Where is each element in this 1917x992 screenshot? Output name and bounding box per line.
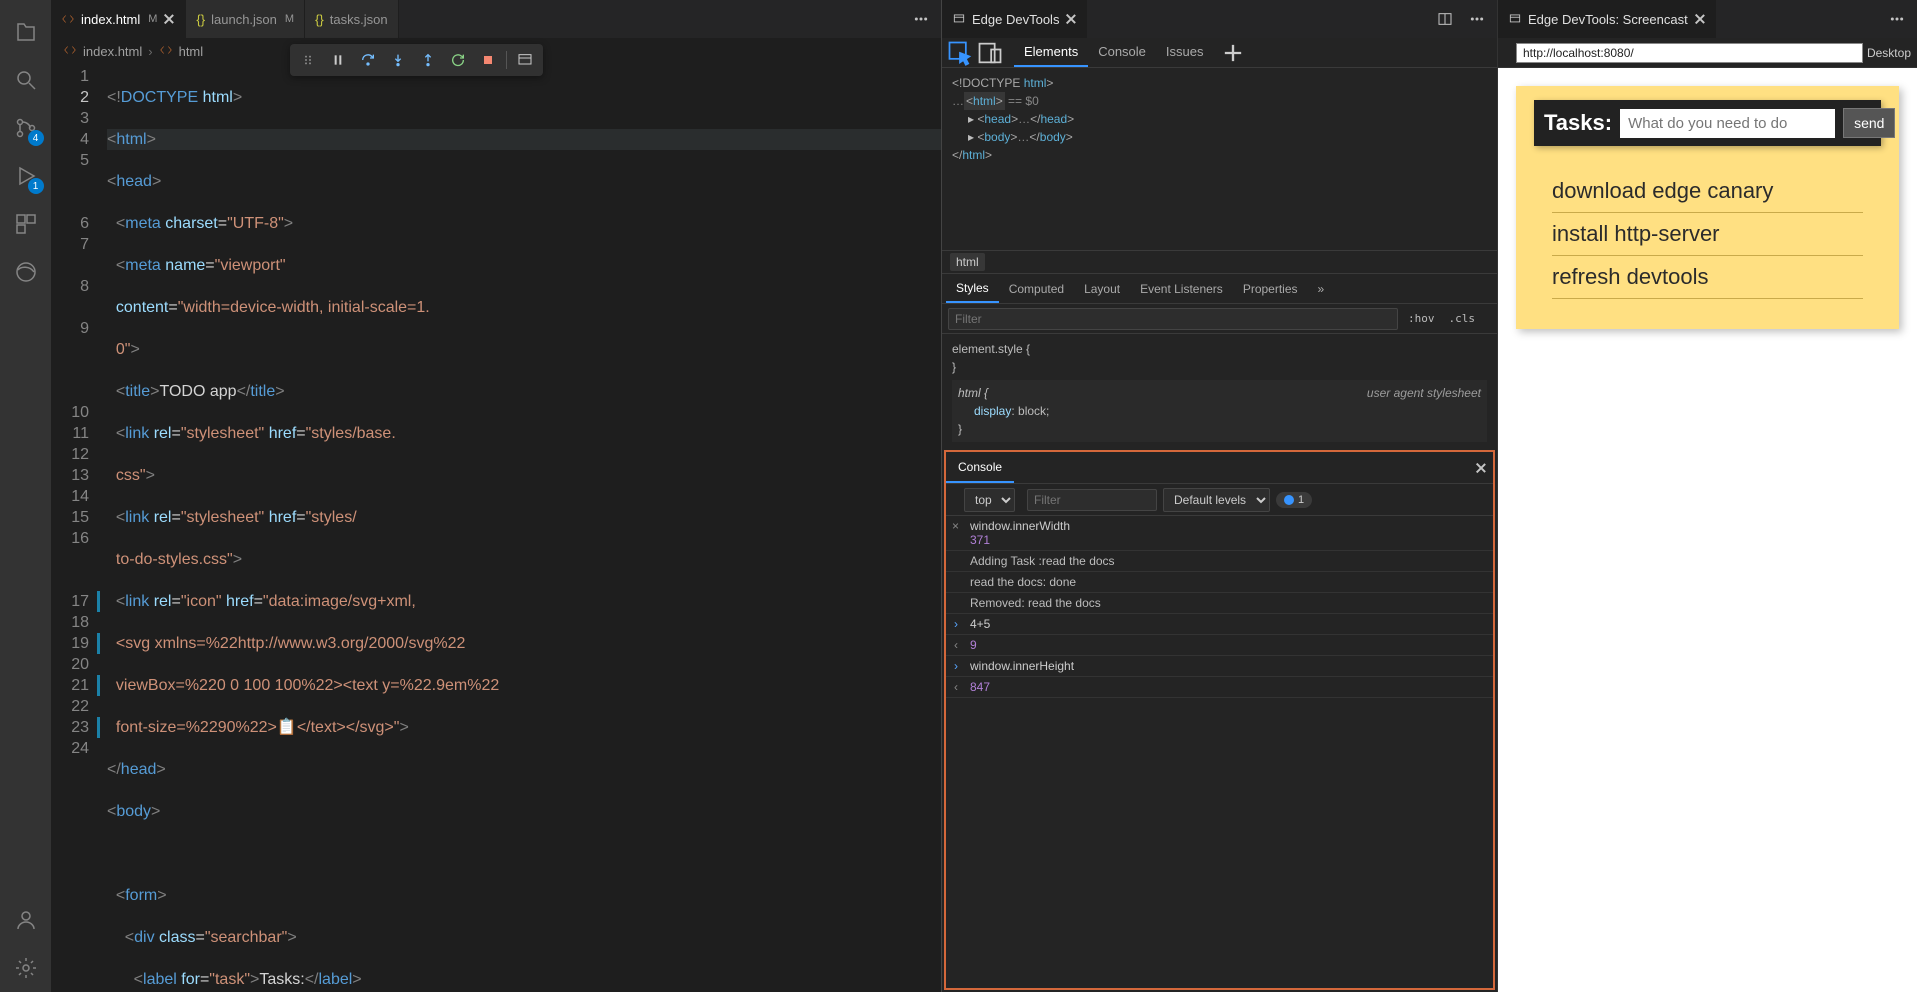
- tasks-list: download edge canary install http-server…: [1516, 164, 1899, 305]
- tab-issues[interactable]: Issues: [1156, 38, 1214, 67]
- explorer-icon[interactable]: [2, 8, 50, 56]
- tasks-label: Tasks:: [1544, 110, 1612, 136]
- tab-console[interactable]: Console: [1088, 38, 1156, 67]
- issues-pill[interactable]: 1: [1276, 492, 1312, 508]
- editor-tab-bar: index.html M {} launch.json M {} tasks.j…: [51, 0, 941, 38]
- plus-icon[interactable]: [1219, 41, 1247, 65]
- screencast-tab[interactable]: Edge DevTools: Screencast: [1498, 0, 1716, 38]
- close-icon[interactable]: [1475, 462, 1487, 474]
- tab-elements[interactable]: Elements: [1014, 38, 1088, 67]
- devtools-toolbar: Elements Console Issues: [942, 38, 1497, 68]
- task-item[interactable]: install http-server: [1552, 213, 1863, 256]
- close-icon[interactable]: [1694, 13, 1706, 25]
- task-searchbar: Tasks:: [1534, 100, 1881, 146]
- more-actions-icon[interactable]: [1463, 5, 1491, 33]
- viewport-mode[interactable]: Desktop: [1867, 46, 1911, 60]
- tab-properties[interactable]: Properties: [1233, 276, 1308, 302]
- close-icon[interactable]: [163, 13, 175, 25]
- console-filter-input[interactable]: [1027, 489, 1157, 511]
- tab-event-listeners[interactable]: Event Listeners: [1130, 276, 1233, 302]
- devtools-tab-row: Edge DevTools: [942, 0, 1497, 38]
- account-icon[interactable]: [2, 896, 50, 944]
- screencast-toolbar: Desktop: [1498, 38, 1917, 68]
- more-tabs-icon[interactable]: »: [1308, 276, 1335, 302]
- styles-filter-input[interactable]: [948, 308, 1398, 330]
- close-icon[interactable]: [1065, 13, 1077, 25]
- tab-layout[interactable]: Layout: [1074, 276, 1130, 302]
- hov-toggle[interactable]: :hov: [1404, 310, 1439, 327]
- todo-app: Tasks: download edge canary install http…: [1516, 86, 1899, 329]
- log-levels-select[interactable]: Default levels: [1163, 488, 1270, 512]
- url-input[interactable]: [1516, 43, 1863, 63]
- console-log[interactable]: ×window.innerWidth371 Adding Task :read …: [946, 516, 1493, 988]
- screencast-viewport[interactable]: Tasks: download edge canary install http…: [1498, 68, 1917, 992]
- settings-gear-icon[interactable]: [2, 944, 50, 992]
- tab-tasks-json[interactable]: {} tasks.json: [305, 0, 399, 38]
- cls-toggle[interactable]: .cls: [1445, 310, 1480, 327]
- line-gutter: 1 2 3 4 5 6 7 8 9 10 11 12 13 14 15 16 1…: [51, 64, 107, 992]
- more-actions-icon[interactable]: [907, 5, 935, 33]
- console-toolbar: top Default levels 1: [946, 484, 1493, 516]
- tab-styles[interactable]: Styles: [946, 275, 999, 303]
- task-input[interactable]: [1620, 109, 1835, 138]
- dom-tree[interactable]: <!DOCTYPE html> …<html> == $0 ▸ <head>…<…: [942, 68, 1497, 250]
- console-drawer: Console top Default levels 1 ×window.inn…: [944, 450, 1495, 990]
- extensions-icon[interactable]: [2, 200, 50, 248]
- inspect-element-icon[interactable]: [946, 41, 974, 65]
- scm-badge: 4: [28, 130, 44, 146]
- run-debug-icon[interactable]: 1: [2, 152, 50, 200]
- screencast-tab-row: Edge DevTools: Screencast: [1498, 0, 1917, 38]
- edge-icon[interactable]: [2, 248, 50, 296]
- code-editor[interactable]: 1 2 3 4 5 6 7 8 9 10 11 12 13 14 15 16 1…: [51, 64, 941, 992]
- styles-filter-row: :hov .cls: [942, 304, 1497, 334]
- split-editor-icon[interactable]: [1431, 5, 1459, 33]
- task-item[interactable]: refresh devtools: [1552, 256, 1863, 299]
- context-select[interactable]: top: [964, 488, 1015, 512]
- devtools-tab[interactable]: Edge DevTools: [942, 0, 1087, 38]
- debug-badge: 1: [28, 178, 44, 194]
- device-toolbar-icon[interactable]: [976, 41, 1004, 65]
- more-actions-icon[interactable]: [1883, 5, 1911, 33]
- styles-tab-bar: Styles Computed Layout Event Listeners P…: [942, 274, 1497, 304]
- send-button[interactable]: [1843, 108, 1895, 138]
- screencast-pane: Edge DevTools: Screencast Desktop Tasks:…: [1497, 0, 1917, 992]
- tab-index-html[interactable]: index.html M: [51, 0, 186, 38]
- console-drawer-tab[interactable]: Console: [946, 453, 1014, 483]
- editor-group: index.html M {} launch.json M {} tasks.j…: [51, 0, 941, 992]
- task-item[interactable]: download edge canary: [1552, 170, 1863, 213]
- clear-entry-icon[interactable]: ×: [952, 519, 959, 533]
- styles-panel[interactable]: element.style { } html { display: block;…: [942, 334, 1497, 448]
- source-control-icon[interactable]: 4: [2, 104, 50, 152]
- search-icon[interactable]: [2, 56, 50, 104]
- devtools-pane: Edge DevTools Elements Console Issues <!…: [942, 0, 1497, 992]
- tab-launch-json[interactable]: {} launch.json M: [186, 0, 305, 38]
- dom-breadcrumb[interactable]: html: [942, 250, 1497, 274]
- tab-computed[interactable]: Computed: [999, 276, 1074, 302]
- code-body[interactable]: <!DOCTYPE html> <html> <head> <meta char…: [107, 64, 941, 992]
- activity-bar: 4 1: [0, 0, 51, 992]
